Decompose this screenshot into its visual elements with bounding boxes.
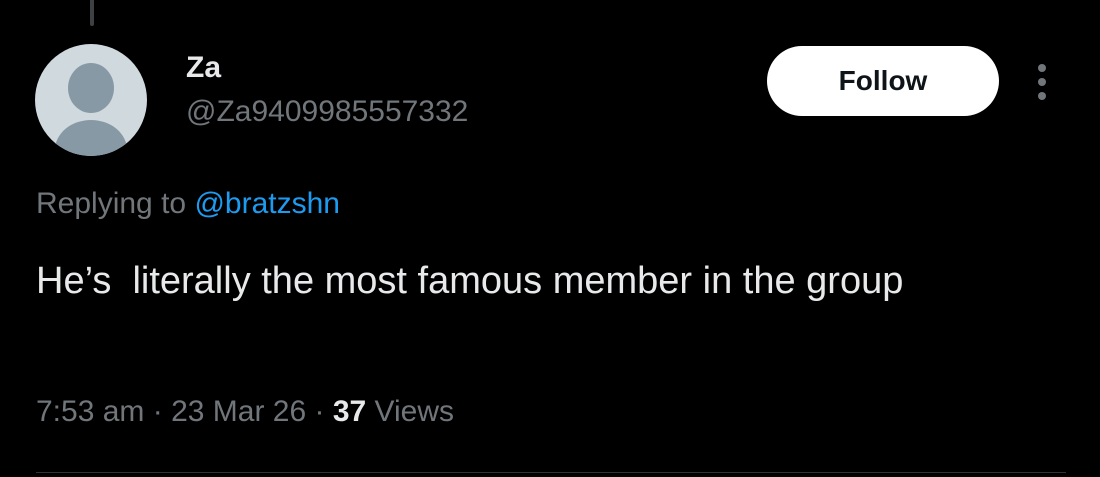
follow-button[interactable]: Follow [767, 46, 999, 116]
avatar[interactable] [35, 44, 147, 156]
meta-separator: · [144, 395, 172, 428]
author-handle[interactable]: @Za9409985557332 [186, 94, 468, 130]
tweet-text: He’s literally the most famous member in… [36, 260, 904, 302]
more-vertical-icon[interactable] [1030, 62, 1054, 102]
divider [36, 472, 1066, 473]
replying-to-mention[interactable]: @bratzshn [194, 187, 340, 220]
avatar-shoulders [55, 120, 127, 156]
views-label: Views [366, 395, 455, 428]
tweet-metadata: 7:53 am · 23 Mar 26 · 37 Views [36, 392, 454, 432]
tweet-time[interactable]: 7:53 am [36, 395, 144, 428]
thread-connector-line [90, 0, 94, 26]
tweet-date[interactable]: 23 Mar 26 [171, 395, 306, 428]
replying-to-line: Replying to @bratzshn [36, 184, 340, 224]
views-count: 37 [332, 395, 367, 428]
meta-separator: · [306, 395, 333, 428]
default-avatar-icon [68, 63, 114, 113]
replying-to-prefix: Replying to [36, 187, 195, 220]
author-display-name[interactable]: Za [186, 50, 221, 86]
